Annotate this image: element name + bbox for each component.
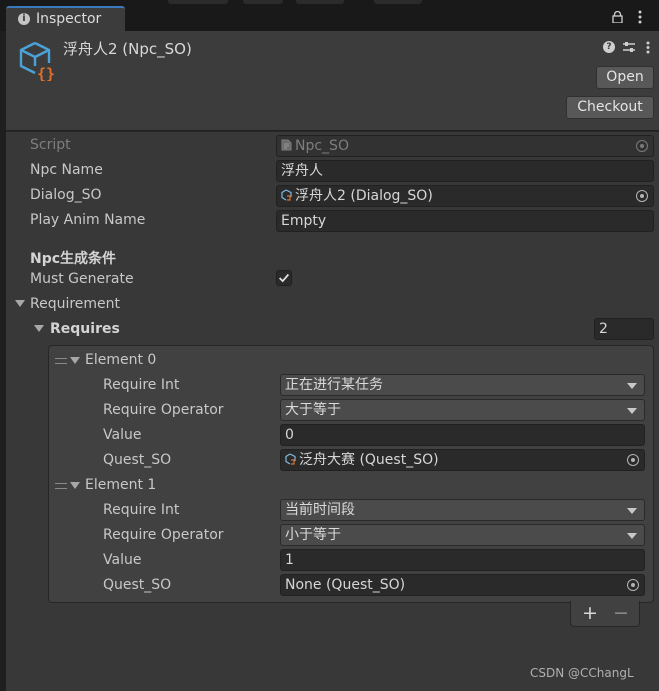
info-icon: i — [18, 13, 30, 25]
object-picker-icon[interactable] — [636, 190, 648, 202]
remove-element-button[interactable]: − — [613, 602, 629, 624]
foldout-arrow-icon[interactable] — [70, 482, 80, 489]
dropdown-arrow-icon — [627, 533, 637, 539]
npc-name-label: Npc Name — [30, 162, 103, 178]
value-label: Value — [103, 427, 142, 443]
object-picker-icon[interactable] — [627, 454, 639, 466]
value-field[interactable]: 0 — [280, 424, 645, 446]
more-vertical-icon[interactable] — [646, 41, 650, 54]
dropdown-arrow-icon — [627, 383, 637, 389]
require-int-dropdown[interactable]: 当前时间段 — [280, 499, 645, 521]
quest-so-value: None (Quest_SO) — [285, 577, 406, 593]
npc-name-field[interactable]: 浮舟人 — [276, 160, 654, 182]
dialog-so-label: Dialog_SO — [30, 187, 102, 203]
must-generate-checkbox[interactable] — [276, 270, 292, 286]
drag-handle-icon[interactable] — [55, 358, 67, 364]
must-generate-label: Must Generate — [30, 271, 134, 287]
tab-inspector[interactable]: i Inspector — [6, 6, 125, 31]
require-operator-label: Require Operator — [103, 527, 224, 543]
object-picker-icon[interactable] — [627, 579, 639, 591]
play-anim-name-label: Play Anim Name — [30, 212, 146, 228]
dialog-so-field[interactable]: 浮舟人2 (Dialog_SO) — [276, 185, 654, 207]
require-int-label: Require Int — [103, 502, 180, 518]
scriptable-object-icon: {} — [19, 41, 55, 81]
watermark: CSDN @CChangL — [530, 666, 634, 680]
element-1-header[interactable]: Element 1 — [85, 477, 156, 493]
help-icon[interactable]: ? — [603, 41, 615, 53]
requires-size-field[interactable]: 2 — [594, 318, 654, 340]
tab-stub — [168, 0, 228, 4]
checkmark-icon — [279, 273, 290, 283]
value-field[interactable]: 1 — [280, 549, 645, 571]
drag-handle-icon[interactable] — [55, 483, 67, 489]
require-int-dropdown[interactable]: 正在进行某任务 — [280, 374, 645, 396]
require-operator-label: Require Operator — [103, 402, 224, 418]
object-title: 浮舟人2 (Npc_SO) — [63, 40, 192, 58]
dropdown-arrow-icon — [627, 408, 637, 414]
quest-so-label: Quest_SO — [103, 452, 172, 468]
tab-stub — [296, 0, 344, 4]
svg-text:{}: {} — [37, 65, 55, 81]
tab-label: Inspector — [36, 11, 102, 27]
list-footer — [570, 601, 640, 627]
value-label: Value — [103, 552, 142, 568]
require-int-value: 当前时间段 — [285, 502, 355, 518]
require-operator-dropdown[interactable]: 小于等于 — [280, 524, 645, 546]
script-field: Npc_SO — [276, 135, 654, 157]
more-vertical-icon[interactable] — [638, 10, 642, 24]
require-int-label: Require Int — [103, 377, 180, 393]
tab-stub — [243, 0, 283, 4]
quest-so-field[interactable]: None (Quest_SO) — [280, 574, 645, 596]
script-value: Npc_SO — [295, 138, 349, 154]
object-picker-icon — [636, 140, 648, 152]
section-header: Npc生成条件 — [30, 251, 117, 267]
inspector-header: {} 浮舟人2 (Npc_SO) ? Open Checkout — [6, 31, 659, 131]
element-0-header[interactable]: Element 0 — [85, 352, 156, 368]
tab-bar: i Inspector — [0, 0, 659, 31]
script-file-icon — [281, 139, 292, 151]
require-operator-dropdown[interactable]: 大于等于 — [280, 399, 645, 421]
scriptable-object-icon — [281, 189, 292, 201]
foldout-arrow-icon[interactable] — [34, 325, 44, 332]
dialog-so-value: 浮舟人2 (Dialog_SO) — [295, 188, 433, 204]
requirement-label[interactable]: Requirement — [30, 296, 120, 312]
quest-so-label: Quest_SO — [103, 577, 172, 593]
tab-stub — [374, 0, 422, 4]
requires-label[interactable]: Requires — [50, 321, 120, 337]
require-operator-value: 大于等于 — [285, 402, 341, 418]
checkout-button[interactable]: Checkout — [566, 96, 654, 119]
foldout-arrow-icon[interactable] — [15, 300, 25, 307]
script-label: Script — [30, 137, 71, 153]
lock-icon[interactable] — [612, 11, 623, 23]
dropdown-arrow-icon — [627, 508, 637, 514]
scriptable-object-icon — [285, 453, 296, 465]
add-element-button[interactable]: + — [582, 602, 598, 624]
quest-so-field[interactable]: 泛舟大赛 (Quest_SO) — [280, 449, 645, 471]
foldout-arrow-icon[interactable] — [70, 357, 80, 364]
preset-icon[interactable] — [622, 40, 636, 54]
require-operator-value: 小于等于 — [285, 527, 341, 543]
quest-so-value: 泛舟大赛 (Quest_SO) — [299, 452, 439, 468]
require-int-value: 正在进行某任务 — [285, 377, 383, 393]
open-button[interactable]: Open — [596, 66, 654, 89]
play-anim-name-field[interactable]: Empty — [276, 210, 654, 232]
